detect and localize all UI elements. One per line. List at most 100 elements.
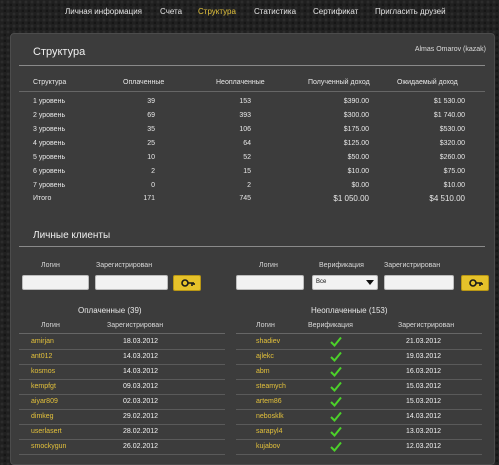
paid-col-login: Логин — [41, 322, 60, 329]
verification-select[interactable]: Все — [312, 275, 378, 290]
search-button[interactable] — [461, 275, 489, 291]
row-expected: $1 740.00 — [433, 112, 465, 119]
client-login-link[interactable]: userlasert — [31, 428, 62, 435]
row-received: $50.00 — [347, 154, 369, 161]
client-login-link[interactable]: amirjan — [31, 338, 54, 345]
row-unpaid: 393 — [239, 112, 251, 119]
row-paid: 10 — [147, 154, 155, 161]
clients-title: Личные клиенты — [33, 230, 111, 241]
unpaid-col-login: Логин — [256, 322, 275, 329]
client-registered-date: 02.03.2012 — [123, 398, 159, 405]
client-registered-date: 16.03.2012 — [406, 368, 442, 375]
client-login-link[interactable]: nebosklk — [256, 413, 284, 420]
row-paid: 0 — [151, 182, 155, 189]
divider — [236, 333, 482, 334]
row-expected: $1 530.00 — [433, 98, 465, 105]
client-login-link[interactable]: shadiev — [256, 338, 280, 345]
checkmark-icon — [330, 396, 342, 407]
row-level: 7 уровень — [33, 182, 66, 189]
structure-title: Структура — [33, 46, 86, 58]
row-unpaid: 15 — [243, 168, 251, 175]
row-expected: $260.00 — [439, 154, 465, 161]
client-login-link[interactable]: smockygun — [31, 443, 66, 450]
client-login-link[interactable]: kempfgt — [31, 383, 56, 390]
main-panel: Структура Almas Omarov (kazak) Структура… — [10, 33, 495, 465]
client-registered-date: 13.03.2012 — [406, 428, 442, 435]
client-registered-date: 19.03.2012 — [406, 353, 442, 360]
row-level: 5 уровень — [33, 154, 66, 161]
search-button[interactable] — [173, 275, 201, 291]
row-unpaid: 106 — [239, 126, 251, 133]
client-login-link[interactable]: ajlekc — [256, 353, 274, 360]
total-label: Итого — [33, 195, 52, 202]
row-received: $390.00 — [343, 98, 369, 105]
divider — [19, 65, 485, 66]
list-item: kosmos 14.03.2012 — [19, 365, 225, 380]
total-unpaid: 745 — [239, 195, 251, 202]
filter-registered-input[interactable] — [95, 275, 168, 290]
client-login-link[interactable]: kosmos — [31, 368, 55, 375]
col-header-expected-income: Ожидаемый доход — [397, 79, 458, 86]
col-header-received-income: Полученный доход — [308, 79, 370, 86]
client-login-link[interactable]: artem86 — [256, 398, 282, 405]
row-received: $300.00 — [343, 112, 369, 119]
filter-registered-label: Зарегистрирован — [96, 262, 153, 269]
checkmark-icon — [330, 351, 342, 362]
row-unpaid: 2 — [247, 182, 251, 189]
row-expected: $10.00 — [443, 182, 465, 189]
client-login-link[interactable]: steamych — [256, 383, 286, 390]
row-received: $175.00 — [343, 126, 369, 133]
row-received: $10.00 — [347, 168, 369, 175]
nav-statistics[interactable]: Статистика — [254, 7, 296, 16]
nav-invite-friends[interactable]: Пригласить друзей — [375, 7, 446, 16]
divider — [19, 246, 485, 247]
verification-select-value: Все — [316, 279, 327, 285]
row-expected: $530.00 — [439, 126, 465, 133]
total-received: $1 050.00 — [333, 194, 369, 203]
list-item: smockygun 26.02.2012 — [19, 440, 225, 455]
unpaid-col-registered: Зарегистрирован — [398, 322, 455, 329]
client-registered-date: 26.02.2012 — [123, 443, 159, 450]
total-expected: $4 510.00 — [429, 194, 465, 203]
row-paid: 35 — [147, 126, 155, 133]
filter-login-input[interactable] — [236, 275, 304, 290]
filter-registered-label: Зарегистрирован — [384, 262, 441, 269]
row-received: $125.00 — [343, 140, 369, 147]
client-registered-date: 14.03.2012 — [123, 353, 159, 360]
filter-login-label: Логин — [41, 262, 60, 269]
filter-registered-input[interactable] — [384, 275, 454, 290]
row-unpaid: 153 — [239, 98, 251, 105]
col-header-paid: Оплаченные — [123, 79, 165, 86]
divider — [19, 333, 225, 334]
row-unpaid: 52 — [243, 154, 251, 161]
client-login-link[interactable]: abm — [256, 368, 270, 375]
client-registered-date: 09.03.2012 — [123, 383, 159, 390]
list-item: shadiev 21.03.2012 — [236, 335, 482, 350]
list-item: userlasert 28.02.2012 — [19, 425, 225, 440]
list-item: ajlekc 19.03.2012 — [236, 350, 482, 365]
nav-certificate[interactable]: Сертификат — [313, 7, 358, 16]
client-login-link[interactable]: aiyar809 — [31, 398, 58, 405]
total-paid: 171 — [143, 195, 155, 202]
checkmark-icon — [330, 366, 342, 377]
client-login-link[interactable]: dimkeg — [31, 413, 54, 420]
client-registered-date: 14.03.2012 — [123, 368, 159, 375]
checkmark-icon — [330, 426, 342, 437]
client-registered-date: 12.03.2012 — [406, 443, 442, 450]
client-registered-date: 21.03.2012 — [406, 338, 442, 345]
client-login-link[interactable]: kujabov — [256, 443, 280, 450]
filter-login-input[interactable] — [22, 275, 89, 290]
nav-personal-info[interactable]: Личная информация — [65, 7, 142, 16]
row-paid: 39 — [147, 98, 155, 105]
list-item: amirjan 18.03.2012 — [19, 335, 225, 350]
list-item: steamych 15.03.2012 — [236, 380, 482, 395]
filter-verification-label: Верификация — [319, 262, 364, 269]
nav-structure[interactable]: Структура — [198, 7, 236, 16]
client-login-link[interactable]: ant012 — [31, 353, 52, 360]
client-registered-date: 29.02.2012 — [123, 413, 159, 420]
client-login-link[interactable]: sarapyl4 — [256, 428, 282, 435]
list-item: kempfgt 09.03.2012 — [19, 380, 225, 395]
list-item: nebosklk 14.03.2012 — [236, 410, 482, 425]
nav-accounts[interactable]: Счета — [160, 7, 182, 16]
row-unpaid: 64 — [243, 140, 251, 147]
